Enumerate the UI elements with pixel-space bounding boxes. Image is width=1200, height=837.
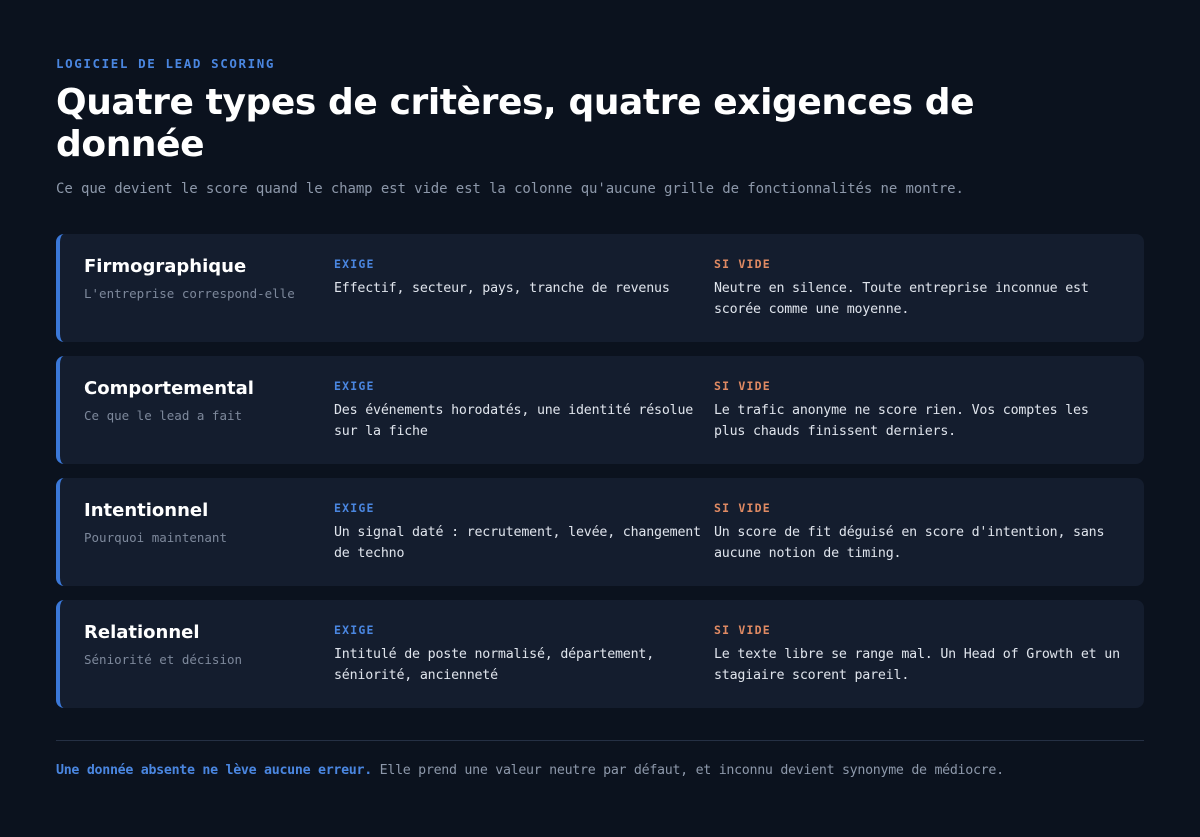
page-subtitle: Ce que devient le score quand le champ e… [56,181,964,197]
requires-text: Un signal daté : recrutement, levée, cha… [334,525,701,561]
footer-text: Elle prend une valeur neutre par défaut,… [379,763,1004,778]
criterion-question: Séniorité et décision [84,652,243,667]
page-title: Quatre types de critères, quatre exigenc… [56,82,975,165]
footer-divider [56,740,1144,741]
criterion-name: Comportemental [84,378,254,399]
criterion-card-intent: Intentionnel Pourquoi maintenant EXIGE U… [56,478,1144,586]
if-empty-label: SI VIDE [714,623,771,637]
requires-label: EXIGE [334,379,375,393]
requires-text: Intitulé de poste normalisé, département… [334,647,655,683]
criterion-question: L'entreprise correspond-elle [84,286,295,301]
criterion-name: Firmographique [84,256,247,277]
requires-label: EXIGE [334,257,375,271]
criterion-question: Ce que le lead a fait [84,408,243,423]
criterion-question: Pourquoi maintenant [84,530,227,545]
footer-emphasis: Une donnée absente ne lève aucune erreur… [56,763,372,778]
if-empty-text: Le trafic anonyme ne score rien. Vos com… [714,403,1089,439]
eyebrow-label: LOGICIEL DE LEAD SCORING [56,56,276,71]
if-empty-text: Neutre en silence. Toute entreprise inco… [714,281,1089,317]
requires-label: EXIGE [334,501,375,515]
footer-note: Une donnée absente ne lève aucune erreur… [56,763,1144,778]
criterion-name: Intentionnel [84,500,209,521]
criterion-name: Relationnel [84,622,200,643]
requires-label: EXIGE [334,623,375,637]
if-empty-text: Le texte libre se range mal. Un Head of … [714,647,1120,683]
if-empty-label: SI VIDE [714,257,771,271]
requires-text: Effectif, secteur, pays, tranche de reve… [334,281,670,296]
if-empty-label: SI VIDE [714,501,771,515]
if-empty-label: SI VIDE [714,379,771,393]
criterion-card-firmographic: Firmographique L'entreprise correspond-e… [56,234,1144,342]
criterion-card-relational: Relationnel Séniorité et décision EXIGE … [56,600,1144,708]
requires-text: Des événements horodatés, une identité r… [334,403,694,439]
if-empty-text: Un score de fit déguisé en score d'inten… [714,525,1105,561]
criterion-card-behavioral: Comportemental Ce que le lead a fait EXI… [56,356,1144,464]
